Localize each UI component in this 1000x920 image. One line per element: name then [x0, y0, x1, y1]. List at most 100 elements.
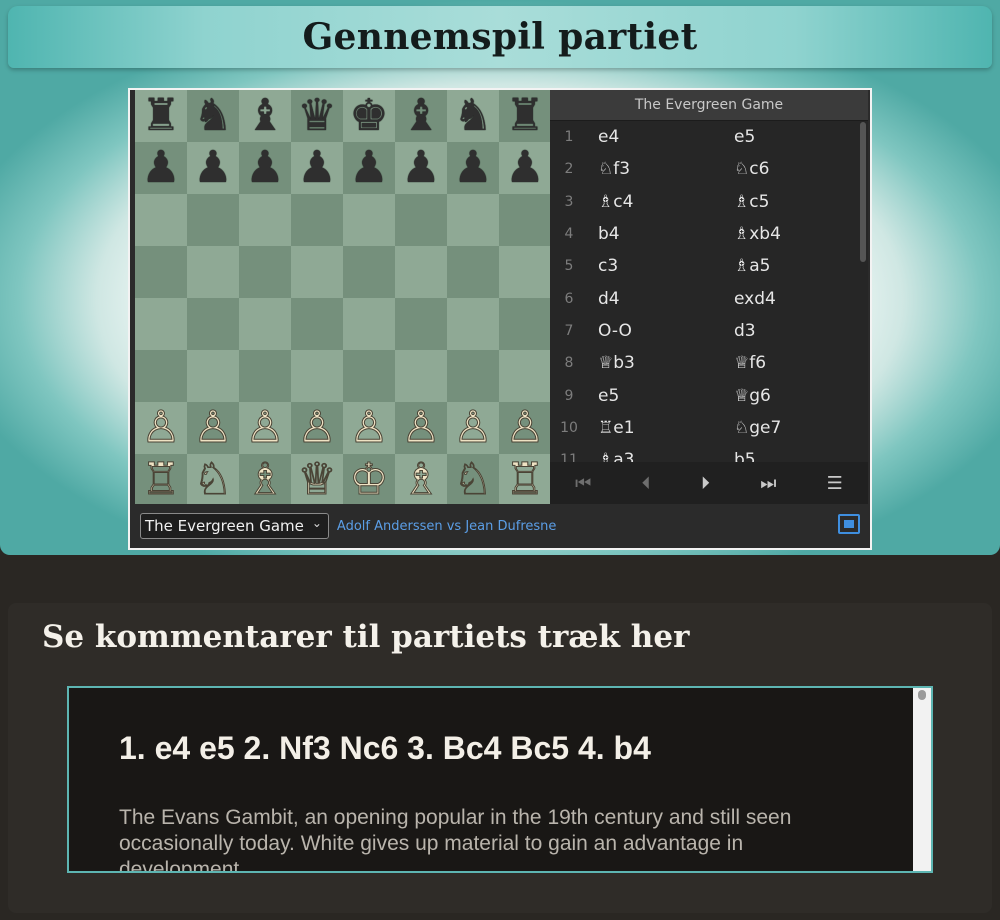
chess-piece[interactable]: ♙	[141, 402, 181, 454]
board-square[interactable]: ♙	[239, 402, 291, 454]
white-move[interactable]: ♗c4	[588, 192, 734, 212]
board-square[interactable]: ♔	[343, 454, 395, 506]
board-square[interactable]: ♟	[291, 142, 343, 194]
board-square[interactable]	[239, 194, 291, 246]
chess-piece[interactable]: ♟	[401, 142, 440, 194]
chess-piece[interactable]: ♙	[401, 402, 441, 454]
previous-move-icon[interactable]: ⏴	[642, 473, 651, 494]
black-move[interactable]: exd4	[734, 289, 854, 309]
next-move-icon[interactable]: ⏵	[701, 473, 710, 494]
last-move-icon[interactable]: ⏭	[760, 473, 776, 494]
chess-piece[interactable]: ♝	[401, 90, 440, 142]
black-move[interactable]: ♕f6	[734, 353, 854, 373]
chess-piece[interactable]: ♛	[297, 90, 336, 142]
chess-piece[interactable]: ♝	[245, 90, 284, 142]
chess-piece[interactable]: ♔	[349, 454, 389, 506]
chess-piece[interactable]: ♚	[349, 90, 388, 142]
board-square[interactable]	[447, 194, 499, 246]
board-square[interactable]: ♗	[395, 454, 447, 506]
board-square[interactable]: ♙	[447, 402, 499, 454]
board-square[interactable]: ♙	[499, 402, 551, 454]
chess-piece[interactable]: ♕	[297, 454, 337, 506]
white-move[interactable]: ♖e1	[588, 418, 734, 438]
board-square[interactable]	[447, 298, 499, 350]
chess-piece[interactable]: ♟	[453, 142, 492, 194]
white-move[interactable]: e5	[588, 386, 734, 406]
board-square[interactable]: ♟	[499, 142, 551, 194]
chess-piece[interactable]: ♗	[401, 454, 441, 506]
board-square[interactable]: ♖	[499, 454, 551, 506]
chess-piece[interactable]: ♙	[193, 402, 233, 454]
board-square[interactable]	[395, 350, 447, 402]
board-square[interactable]	[499, 298, 551, 350]
board-square[interactable]: ♘	[447, 454, 499, 506]
board-square[interactable]	[343, 194, 395, 246]
black-move[interactable]: b5	[734, 450, 854, 462]
white-move[interactable]: ♘f3	[588, 159, 734, 179]
board-square[interactable]: ♞	[447, 90, 499, 142]
chess-piece[interactable]: ♙	[453, 402, 493, 454]
chess-piece[interactable]: ♟	[505, 142, 544, 194]
board-square[interactable]	[187, 298, 239, 350]
board-square[interactable]: ♟	[343, 142, 395, 194]
chess-piece[interactable]: ♟	[349, 142, 388, 194]
board-square[interactable]	[135, 350, 187, 402]
chess-piece[interactable]: ♞	[193, 90, 232, 142]
board-square[interactable]: ♝	[239, 90, 291, 142]
board-square[interactable]	[135, 246, 187, 298]
move-list-scrollbar[interactable]	[860, 122, 866, 262]
players-link[interactable]: Adolf Anderssen vs Jean Dufresne	[337, 519, 557, 534]
board-square[interactable]: ♜	[135, 90, 187, 142]
board-square[interactable]: ♙	[343, 402, 395, 454]
chess-piece[interactable]: ♞	[453, 90, 492, 142]
board-square[interactable]	[291, 246, 343, 298]
board-square[interactable]: ♕	[291, 454, 343, 506]
board-square[interactable]: ♘	[187, 454, 239, 506]
board-square[interactable]: ♟	[135, 142, 187, 194]
black-move[interactable]: ♘ge7	[734, 418, 854, 438]
chess-piece[interactable]: ♟	[245, 142, 284, 194]
black-move[interactable]: ♕g6	[734, 386, 854, 406]
board-square[interactable]	[499, 194, 551, 246]
chess-piece[interactable]: ♖	[505, 454, 545, 506]
board-square[interactable]: ♟	[187, 142, 239, 194]
board-square[interactable]: ♖	[135, 454, 187, 506]
board-square[interactable]: ♟	[239, 142, 291, 194]
board-square[interactable]	[135, 194, 187, 246]
board-square[interactable]	[291, 350, 343, 402]
first-move-icon[interactable]: ⏮	[575, 473, 591, 494]
board-square[interactable]: ♝	[395, 90, 447, 142]
chess-piece[interactable]: ♜	[141, 90, 180, 142]
chess-piece[interactable]: ♗	[245, 454, 285, 506]
black-move[interactable]: e5	[734, 127, 854, 147]
chess-piece[interactable]: ♙	[297, 402, 337, 454]
chess-piece[interactable]: ♜	[505, 90, 544, 142]
chess-piece[interactable]: ♟	[193, 142, 232, 194]
white-move[interactable]: ♕b3	[588, 353, 734, 373]
white-move[interactable]: c3	[588, 256, 734, 276]
board-square[interactable]: ♙	[395, 402, 447, 454]
black-move[interactable]: ♗xb4	[734, 224, 854, 244]
white-move[interactable]: b4	[588, 224, 734, 244]
board-square[interactable]	[239, 246, 291, 298]
board-square[interactable]: ♟	[447, 142, 499, 194]
white-move[interactable]: ♗a3	[588, 450, 734, 462]
board-square[interactable]	[187, 246, 239, 298]
comment-scrollbar[interactable]	[913, 688, 931, 871]
board-square[interactable]	[135, 298, 187, 350]
menu-icon[interactable]: ☰	[827, 473, 843, 494]
board-square[interactable]	[447, 246, 499, 298]
board-square[interactable]	[447, 350, 499, 402]
white-move[interactable]: e4	[588, 127, 734, 147]
board-square[interactable]	[343, 350, 395, 402]
white-move[interactable]: O-O	[588, 321, 734, 341]
board-square[interactable]	[239, 350, 291, 402]
board-square[interactable]	[395, 194, 447, 246]
board-square[interactable]: ♙	[291, 402, 343, 454]
board-square[interactable]	[239, 298, 291, 350]
board-square[interactable]	[343, 298, 395, 350]
chess-piece[interactable]: ♖	[141, 454, 181, 506]
black-move[interactable]: d3	[734, 321, 854, 341]
board-square[interactable]: ♟	[395, 142, 447, 194]
chess-piece[interactable]: ♘	[453, 454, 493, 506]
